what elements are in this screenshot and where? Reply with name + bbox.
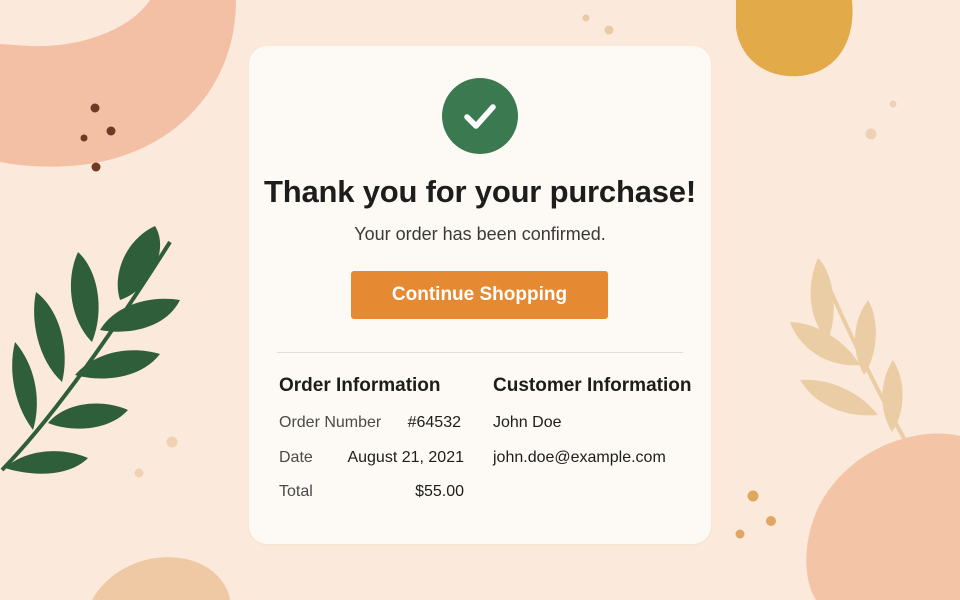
customer-info-heading: Customer Information xyxy=(493,375,692,396)
confirmation-subtitle: Your order has been confirmed. xyxy=(354,224,606,244)
section-divider xyxy=(277,352,683,353)
check-icon xyxy=(464,104,496,129)
customer-email: john.doe@example.com xyxy=(493,449,666,466)
confirmation-card: Thank you for your purchase! Your order … xyxy=(249,46,711,544)
order-number-value: #64532 xyxy=(407,414,461,431)
mustard-blob-shape xyxy=(736,0,853,77)
continue-shopping-button[interactable]: Continue Shopping xyxy=(351,271,608,319)
light-leaf-branch-icon xyxy=(790,258,907,441)
page-title: Thank you for your purchase! xyxy=(264,174,696,209)
leaf-branch-icon xyxy=(0,226,180,474)
order-date-label: Date xyxy=(279,449,313,466)
order-total-label: Total xyxy=(279,483,313,500)
success-badge xyxy=(442,78,518,154)
customer-name: John Doe xyxy=(493,414,562,431)
order-info-heading: Order Information xyxy=(279,375,441,396)
order-date-value: August 21, 2021 xyxy=(347,449,464,466)
order-total-value: $55.00 xyxy=(415,483,464,500)
peach-blob-right-shape xyxy=(806,433,960,600)
tan-blob-bottom-shape xyxy=(92,557,230,600)
